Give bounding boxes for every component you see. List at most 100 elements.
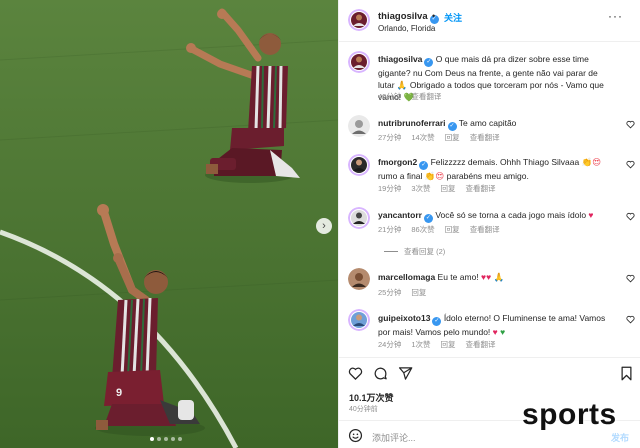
comment-body: Eu te amo! <box>437 272 482 282</box>
comment-avatar[interactable] <box>348 154 370 176</box>
carousel-dot <box>171 437 175 441</box>
comment-meta: 24分钟 1次赞 回复 查看翻译 <box>378 339 496 350</box>
verified-badge-icon: ✓ <box>423 214 433 223</box>
red-heart-emoji-icon: ♥ <box>492 327 498 337</box>
comment-time: 19分钟 <box>378 184 402 193</box>
see-translation-link[interactable]: 查看翻译 <box>466 339 496 350</box>
replies-line <box>384 251 398 252</box>
reply-button[interactable]: 回复 <box>441 183 456 194</box>
comment-body: Você só se torna a cada jogo mais ídolo <box>435 210 589 220</box>
see-translation-link[interactable]: 查看翻译 <box>466 183 496 194</box>
carousel-dot <box>178 437 182 441</box>
author-name[interactable]: thiagosilva <box>378 11 428 22</box>
emoji-smiley-icon[interactable] <box>348 428 363 443</box>
verified-badge-icon: ✓ <box>424 58 434 67</box>
comment-username[interactable]: guipeixoto13 <box>378 313 430 323</box>
carousel-dot <box>150 437 154 441</box>
comment-like-heart-icon[interactable] <box>626 274 635 283</box>
comment-username[interactable]: yancantorr <box>378 210 422 220</box>
clapping-emoji-icon: 👏 <box>581 157 593 167</box>
actions-divider <box>338 357 640 358</box>
caption-meta: 40分钟 查看翻译 <box>378 91 441 102</box>
caption-username[interactable]: thiagosilva <box>378 54 422 64</box>
football-pitch-image: 9 <box>0 0 338 448</box>
view-replies-button[interactable]: 查看回复 (2) <box>384 246 445 257</box>
comment-meta: 19分钟 3次赞 回复 查看翻译 <box>378 183 496 194</box>
chevron-right-icon: › <box>322 219 326 232</box>
save-bookmark-icon[interactable] <box>620 366 633 381</box>
sports-watermark: sports <box>522 398 617 431</box>
comment-body: parabéns meu amigo. <box>444 171 529 181</box>
see-translation-link[interactable]: 查看翻译 <box>470 224 500 235</box>
comment-username[interactable]: nutribrunoferrari <box>378 118 446 128</box>
comment-body: rumo a final <box>378 171 425 181</box>
comment-like-count[interactable]: 3次赞 <box>411 183 430 194</box>
comment-body: Te amo capitão <box>458 118 517 128</box>
share-send-icon[interactable] <box>398 366 413 381</box>
comment-like-heart-icon[interactable] <box>626 160 635 169</box>
post-photo: 9 › <box>0 0 338 448</box>
comment-meta: 27分钟 14次赞 回复 查看翻译 <box>378 132 500 143</box>
green-heart-emoji-icon: ♥ <box>500 327 506 337</box>
see-translation-link[interactable]: 查看翻译 <box>411 91 441 102</box>
comment-like-count[interactable]: 1次赞 <box>411 339 430 350</box>
add-comment-input[interactable]: 添加评论... <box>372 431 416 444</box>
header-divider <box>338 41 640 42</box>
like-heart-icon[interactable] <box>348 366 363 381</box>
post-location[interactable]: Orlando, Florida <box>378 24 435 33</box>
comment-text: guipeixoto13 ✓ Ídolo eterno! O Fluminense… <box>378 312 614 338</box>
post-time-ago: 40分钟前 <box>349 406 378 413</box>
verified-badge-icon: ✓ <box>447 122 457 131</box>
reply-button[interactable]: 回复 <box>411 287 426 298</box>
carousel-dots <box>150 437 182 441</box>
comment-text: marcellomaga Eu te amo! ♥♥ 🙏 <box>378 271 614 283</box>
clapping-emoji-icon: 👏 <box>424 171 436 181</box>
comment-like-heart-icon[interactable] <box>626 120 635 129</box>
comment-username[interactable]: fmorgon2 <box>378 157 417 167</box>
comment-avatar[interactable] <box>348 309 370 331</box>
reply-button[interactable]: 回复 <box>445 224 460 235</box>
comment-meta: 25分钟 回复 <box>378 287 426 298</box>
comment-bubble-icon[interactable] <box>373 366 388 381</box>
carousel-dot <box>157 437 161 441</box>
comment-username[interactable]: marcellomaga <box>378 272 435 282</box>
heart-eyes-emoji-icon: 😍 <box>435 171 445 181</box>
comment-like-count[interactable]: 14次赞 <box>411 132 434 143</box>
view-replies-label[interactable]: 查看回复 (2) <box>404 246 445 257</box>
header-separator: • <box>432 11 436 21</box>
more-options-icon[interactable]: ··· <box>608 9 623 23</box>
follow-button[interactable]: 关注 <box>444 11 462 24</box>
comment-like-heart-icon[interactable] <box>626 212 635 221</box>
comment-like-count[interactable]: 86次赞 <box>411 224 434 235</box>
comment-time: 25分钟 <box>378 288 402 297</box>
comment-like-heart-icon[interactable] <box>626 315 635 324</box>
comment-avatar[interactable] <box>348 115 370 137</box>
comment-time: 24分钟 <box>378 340 402 349</box>
comment-avatar[interactable] <box>348 268 370 290</box>
reply-button[interactable]: 回复 <box>445 132 460 143</box>
comment-text: nutribrunoferrari ✓ Te amo capitão <box>378 117 614 131</box>
comment-text: yancantorr ✓ Você só se torna a cada jogo… <box>378 209 614 223</box>
comment-time: 27分钟 <box>378 133 402 142</box>
comment-text: fmorgon2 ✓ Felizzzzz demais. Ohhh Thiago … <box>378 156 614 182</box>
heart-emoji-icon: ♥♥ <box>481 272 492 282</box>
red-heart-emoji-icon: ♥ <box>588 210 594 220</box>
svg-text:9: 9 <box>116 387 122 399</box>
caption-time: 40分钟 <box>378 92 402 101</box>
comment-body: Felizzzzz demais. Ohhh Thiago Silvaaa <box>430 157 582 167</box>
author-avatar[interactable] <box>348 9 370 31</box>
see-translation-link[interactable]: 查看翻译 <box>470 132 500 143</box>
caption-avatar[interactable] <box>348 51 370 73</box>
verified-badge-icon: ✓ <box>432 317 442 326</box>
heart-eyes-emoji-icon: 😍 <box>592 157 602 167</box>
author-username[interactable]: thiagosilva ✓ <box>378 11 439 24</box>
praying-hands-emoji-icon: 🙏 <box>493 272 505 282</box>
comment-time: 21分钟 <box>378 225 402 234</box>
carousel-dot <box>164 437 168 441</box>
post-comment-button[interactable]: 发布 <box>611 431 629 444</box>
verified-badge-icon: ✓ <box>419 161 429 170</box>
carousel-next-button[interactable]: › <box>316 218 332 234</box>
reply-button[interactable]: 回复 <box>441 339 456 350</box>
post-like-count[interactable]: 10.1万次赞 <box>349 391 394 404</box>
comment-avatar[interactable] <box>348 207 370 229</box>
